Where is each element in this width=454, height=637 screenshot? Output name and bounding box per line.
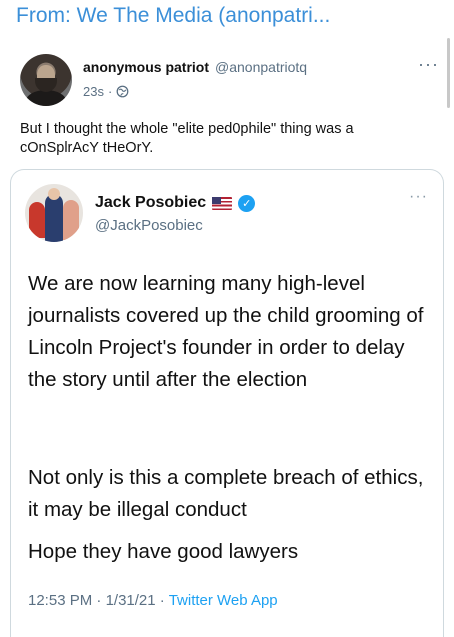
globe-icon xyxy=(116,85,129,98)
display-name-text[interactable]: anonymous patriot xyxy=(83,59,209,75)
display-name-text[interactable]: Jack Posobiec xyxy=(95,194,206,212)
tweet-footer: 12:53 PM · 1/31/21 · Twitter Web App xyxy=(28,592,278,609)
more-options-icon[interactable]: ··· xyxy=(409,188,428,206)
tweet-paragraph: We are now learning many high-level jour… xyxy=(28,272,424,391)
date[interactable]: 1/31/21 xyxy=(106,592,156,609)
display-name[interactable]: Jack Posobiec ✓ xyxy=(95,194,256,212)
verified-badge-icon: ✓ xyxy=(238,194,256,212)
more-options-icon[interactable]: ··· xyxy=(418,54,439,75)
separator: · xyxy=(159,592,165,609)
scroll-indicator[interactable] xyxy=(447,38,450,108)
handle[interactable]: @JackPosobiec xyxy=(95,217,203,234)
timestamp[interactable]: 12:53 PM xyxy=(28,592,92,609)
from-header[interactable]: From: We The Media (anonpatri... xyxy=(0,0,454,32)
tweet-paragraph: Not only is this a complete breach of et… xyxy=(28,466,424,521)
separator: · xyxy=(96,592,102,609)
display-name[interactable]: anonymous patriot @anonpatriotq xyxy=(83,59,307,75)
timestamp[interactable]: 23s xyxy=(83,84,104,99)
tweet-paragraph: Hope they have good lawyers xyxy=(28,540,299,563)
handle[interactable]: @anonpatriotq xyxy=(215,59,307,75)
avatar[interactable] xyxy=(25,184,83,242)
quoted-tweet-card[interactable]: Jack Posobiec ✓ @JackPosobiec ··· We are… xyxy=(10,169,444,637)
tweet-text: But I thought the whole "elite ped0phile… xyxy=(20,121,354,156)
separator: · xyxy=(107,84,113,99)
source-link[interactable]: Twitter Web App xyxy=(169,592,278,609)
tweet-meta: 23s · xyxy=(83,84,129,99)
avatar[interactable] xyxy=(20,54,72,106)
us-flag-icon xyxy=(212,196,233,210)
